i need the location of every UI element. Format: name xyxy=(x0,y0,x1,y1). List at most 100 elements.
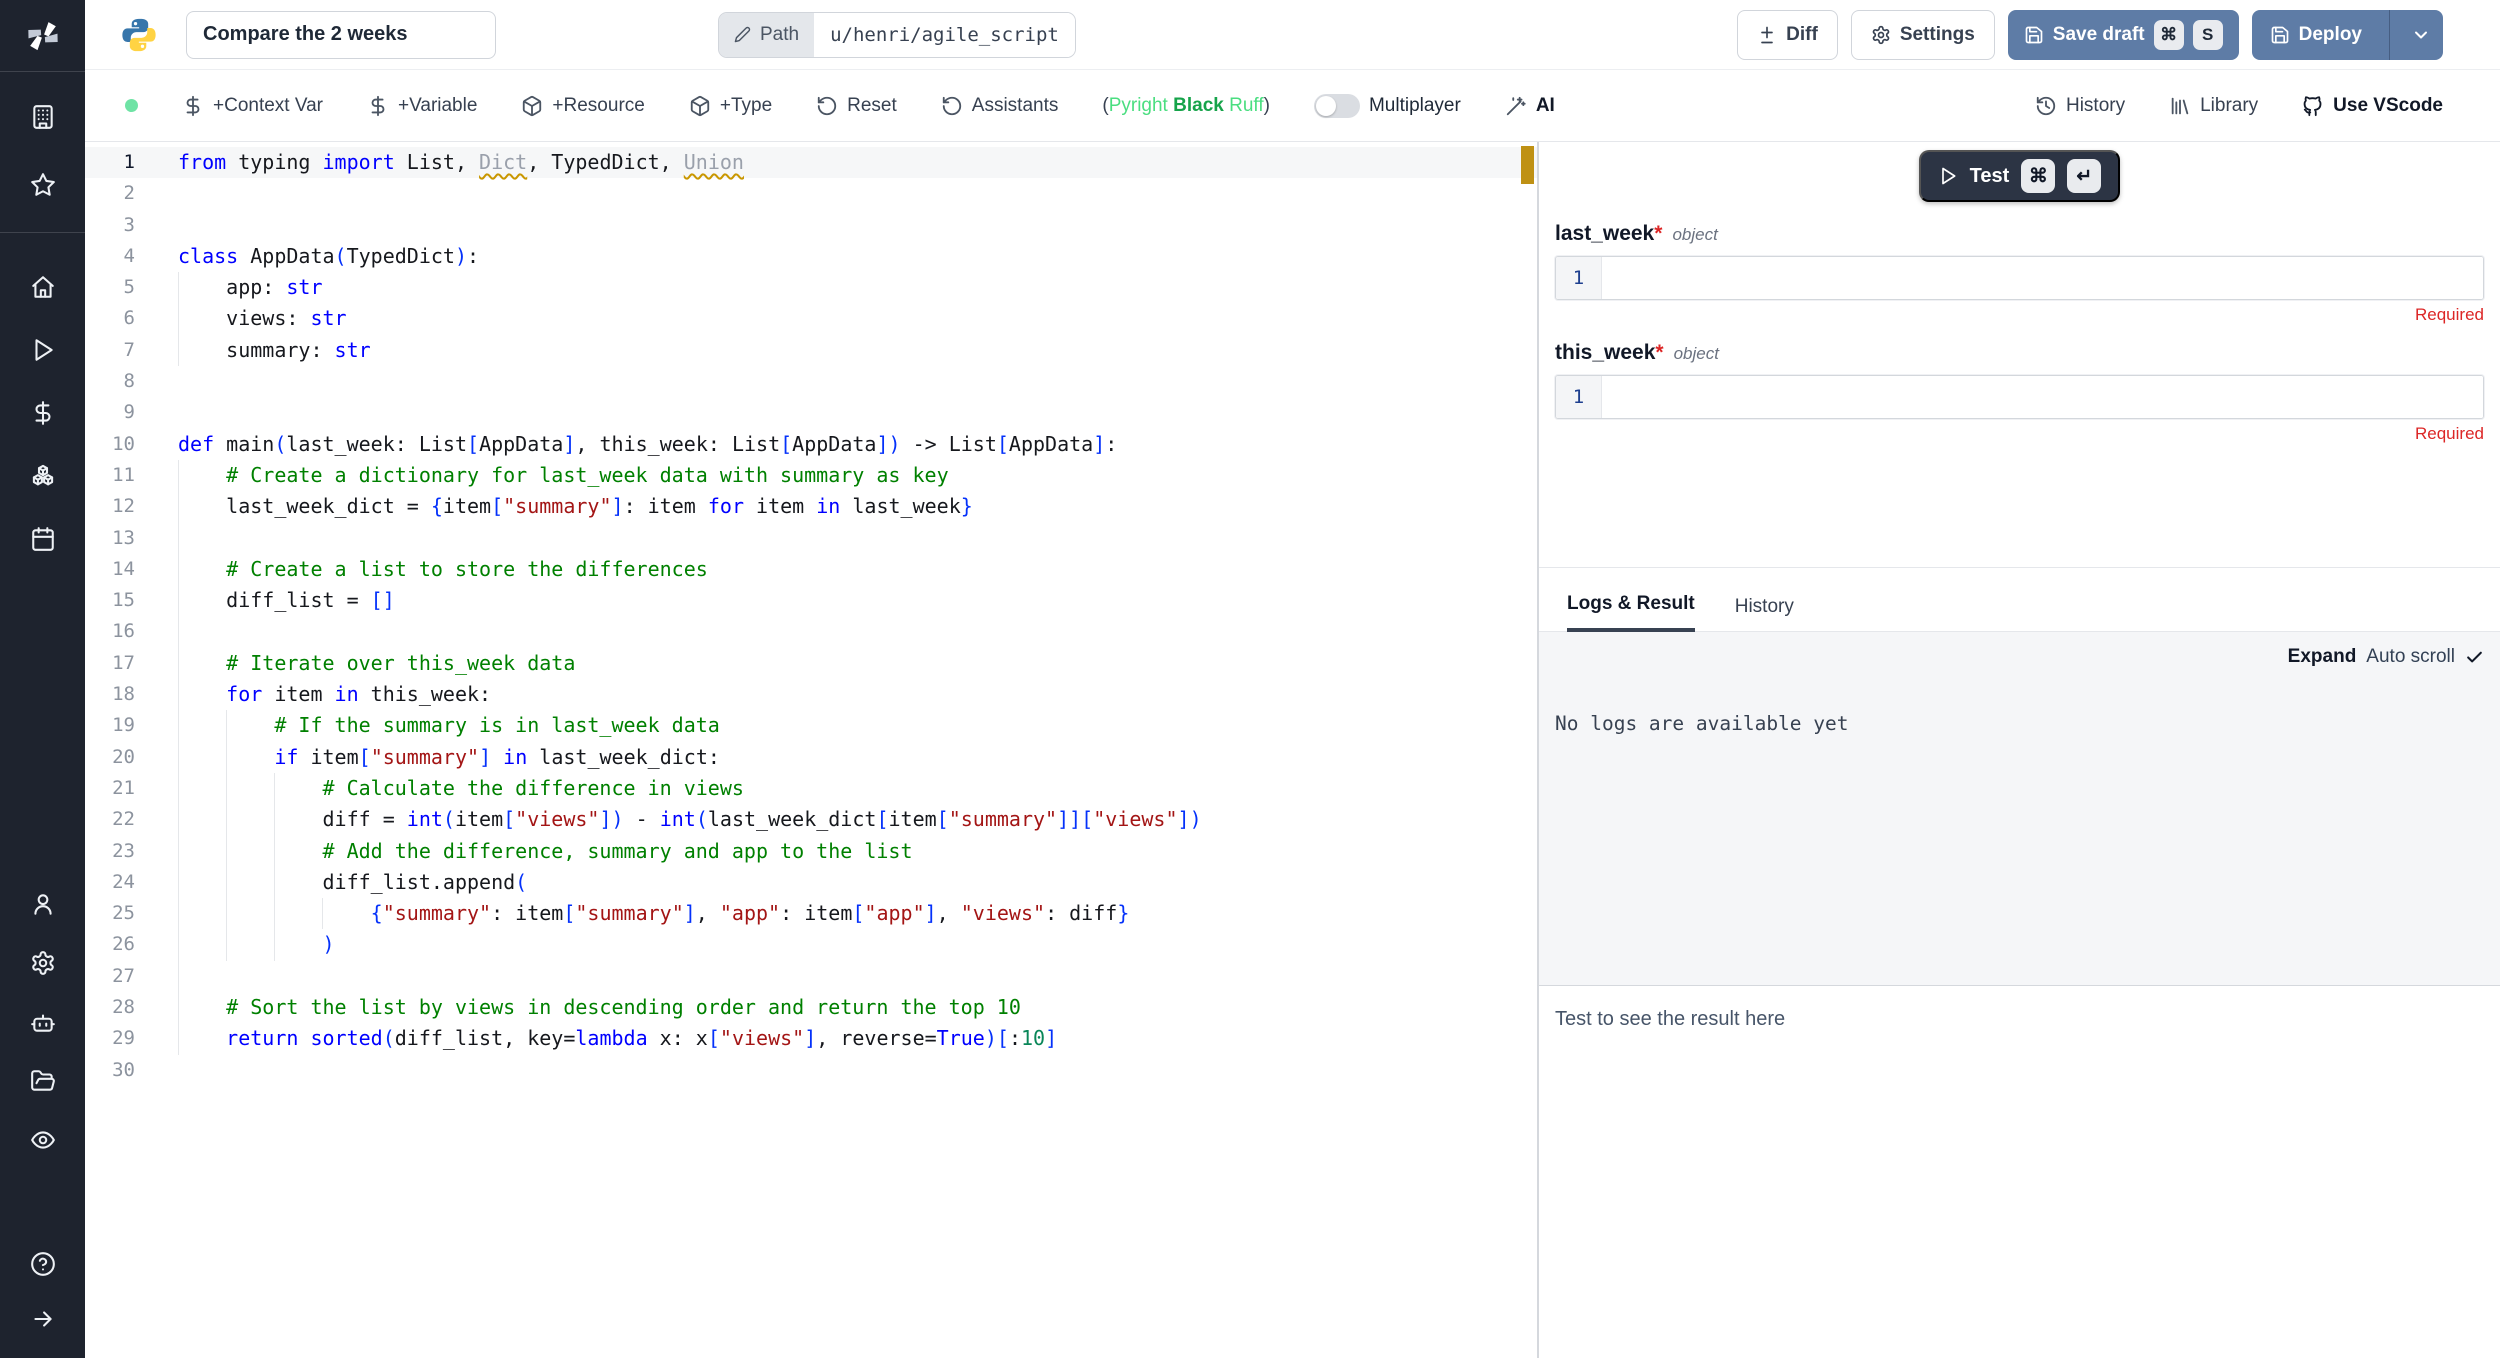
multiplayer-toggle[interactable] xyxy=(1314,94,1360,118)
rotate-ccw-icon xyxy=(941,95,963,117)
line-number: 26 xyxy=(95,929,135,960)
input-line-number: 1 xyxy=(1556,376,1602,418)
save-icon xyxy=(2024,25,2044,45)
use-vscode-button[interactable]: Use VScode xyxy=(2302,95,2443,117)
home-icon[interactable] xyxy=(30,274,56,300)
code-line: 6 views: str xyxy=(85,303,1537,334)
multiplayer-label: Multiplayer xyxy=(1369,95,1461,117)
code-line: 30 xyxy=(85,1055,1537,1086)
line-number: 16 xyxy=(95,616,135,647)
arg-name: last_week xyxy=(1555,222,1654,246)
chevron-down-icon xyxy=(2411,25,2431,45)
tab-history[interactable]: History xyxy=(1735,596,1794,631)
arg-input-last-week[interactable]: 1 xyxy=(1555,256,2484,300)
wand-sparkles-icon xyxy=(1505,95,1527,117)
line-number: 18 xyxy=(95,679,135,710)
required-star: * xyxy=(1654,222,1662,246)
history-button[interactable]: History xyxy=(2035,95,2125,117)
calendar-icon[interactable] xyxy=(30,526,56,552)
play-icon xyxy=(1938,166,1958,186)
save-draft-button[interactable]: Save draft ⌘ S xyxy=(2008,10,2239,60)
assistants-status[interactable]: (Pyright Black Ruff) xyxy=(1102,95,1270,117)
arrow-right-icon[interactable] xyxy=(30,1306,56,1332)
deploy-main[interactable]: Deploy xyxy=(2252,10,2380,60)
arg-input-this-week[interactable]: 1 xyxy=(1555,375,2484,419)
input-text-area[interactable] xyxy=(1602,257,2483,299)
input-text-area[interactable] xyxy=(1602,376,2483,418)
add-context-var-label: +Context Var xyxy=(213,95,323,117)
line-number: 10 xyxy=(95,429,135,460)
path-edit-segment[interactable]: Path xyxy=(719,13,814,57)
star-icon[interactable] xyxy=(30,172,56,198)
ai-button[interactable]: AI xyxy=(1505,95,1555,117)
deploy-button[interactable]: Deploy xyxy=(2252,10,2443,60)
diff-button[interactable]: Diff xyxy=(1737,10,1838,60)
add-variable-button[interactable]: +Variable xyxy=(367,95,477,117)
preview-panel: Test ⌘ ↵ last_week* object 1 Required xyxy=(1537,142,2500,1358)
expand-button[interactable]: Expand xyxy=(2288,646,2357,668)
code-editor[interactable]: 1from typing import List, Dict, TypedDic… xyxy=(85,142,1537,1358)
code-line: 19 # If the summary is in last_week data xyxy=(85,710,1537,741)
path-badge[interactable]: Path u/henri/agile_script xyxy=(718,12,1076,58)
s-key-badge: S xyxy=(2193,20,2223,50)
line-number: 19 xyxy=(95,710,135,741)
settings-button[interactable]: Settings xyxy=(1851,10,1995,60)
line-number: 11 xyxy=(95,460,135,491)
library-icon xyxy=(2169,95,2191,117)
settings-icon[interactable] xyxy=(30,950,56,976)
windmill-logo[interactable] xyxy=(0,0,85,72)
code-line: 23 # Add the difference, summary and app… xyxy=(85,836,1537,867)
code-line: 12 last_week_dict = {item["summary"]: it… xyxy=(85,491,1537,522)
arg-type: object xyxy=(1674,344,1719,364)
add-resource-button[interactable]: +Resource xyxy=(521,95,644,117)
line-number: 22 xyxy=(95,804,135,835)
topbar: Compare the 2 weeks Path u/henri/agile_s… xyxy=(85,0,2500,70)
dollar-icon[interactable] xyxy=(30,400,56,426)
line-number: 3 xyxy=(95,210,135,241)
code-line: 16 xyxy=(85,616,1537,647)
line-number: 2 xyxy=(95,178,135,209)
help-icon[interactable] xyxy=(30,1251,56,1277)
reset-button[interactable]: Reset xyxy=(816,95,897,117)
user-icon[interactable] xyxy=(30,891,56,917)
library-button[interactable]: Library xyxy=(2169,95,2258,117)
boxes-icon[interactable] xyxy=(30,463,56,489)
app-window: Compare the 2 weeks Path u/henri/agile_s… xyxy=(0,0,2500,1358)
folder-open-icon[interactable] xyxy=(30,1068,56,1094)
script-title-input[interactable]: Compare the 2 weeks xyxy=(186,11,496,59)
code-lines: 1from typing import List, Dict, TypedDic… xyxy=(85,147,1537,1086)
reset-label: Reset xyxy=(847,95,897,117)
test-button[interactable]: Test ⌘ ↵ xyxy=(1919,150,2121,202)
sidebar-group-workspace xyxy=(0,72,85,233)
line-number: 5 xyxy=(95,272,135,303)
add-context-var-button[interactable]: +Context Var xyxy=(182,95,323,117)
test-label: Test xyxy=(1970,165,2010,188)
bot-icon[interactable] xyxy=(30,1009,56,1035)
autoscroll-label: Auto scroll xyxy=(2366,646,2455,668)
code-line: 24 diff_list.append( xyxy=(85,867,1537,898)
add-type-button[interactable]: +Type xyxy=(689,95,772,117)
code-line: 14 # Create a list to store the differen… xyxy=(85,554,1537,585)
history-icon xyxy=(2035,95,2057,117)
line-number: 24 xyxy=(95,867,135,898)
autoscroll-checkbox[interactable] xyxy=(2465,648,2484,667)
sidebar-group-main xyxy=(0,233,85,552)
building-icon[interactable] xyxy=(30,104,56,130)
play-icon[interactable] xyxy=(30,337,56,363)
logs-empty-message: No logs are available yet xyxy=(1555,712,2484,735)
add-resource-label: +Resource xyxy=(552,95,644,117)
black-status: Black xyxy=(1173,95,1224,116)
overview-ruler-warning-marker xyxy=(1521,146,1534,184)
deploy-separator xyxy=(2389,10,2390,60)
code-line: 13 xyxy=(85,523,1537,554)
dollar-icon xyxy=(182,95,204,117)
use-vscode-label: Use VScode xyxy=(2333,95,2443,117)
gear-icon xyxy=(1871,25,1891,45)
assistants-button[interactable]: Assistants xyxy=(941,95,1059,117)
deploy-dropdown[interactable] xyxy=(2399,10,2443,60)
tab-logs-result[interactable]: Logs & Result xyxy=(1567,593,1695,632)
arg-label-this-week: this_week* object xyxy=(1555,341,2484,365)
eye-icon[interactable] xyxy=(30,1127,56,1153)
library-label: Library xyxy=(2200,95,2258,117)
code-line: 25 {"summary": item["summary"], "app": i… xyxy=(85,898,1537,929)
